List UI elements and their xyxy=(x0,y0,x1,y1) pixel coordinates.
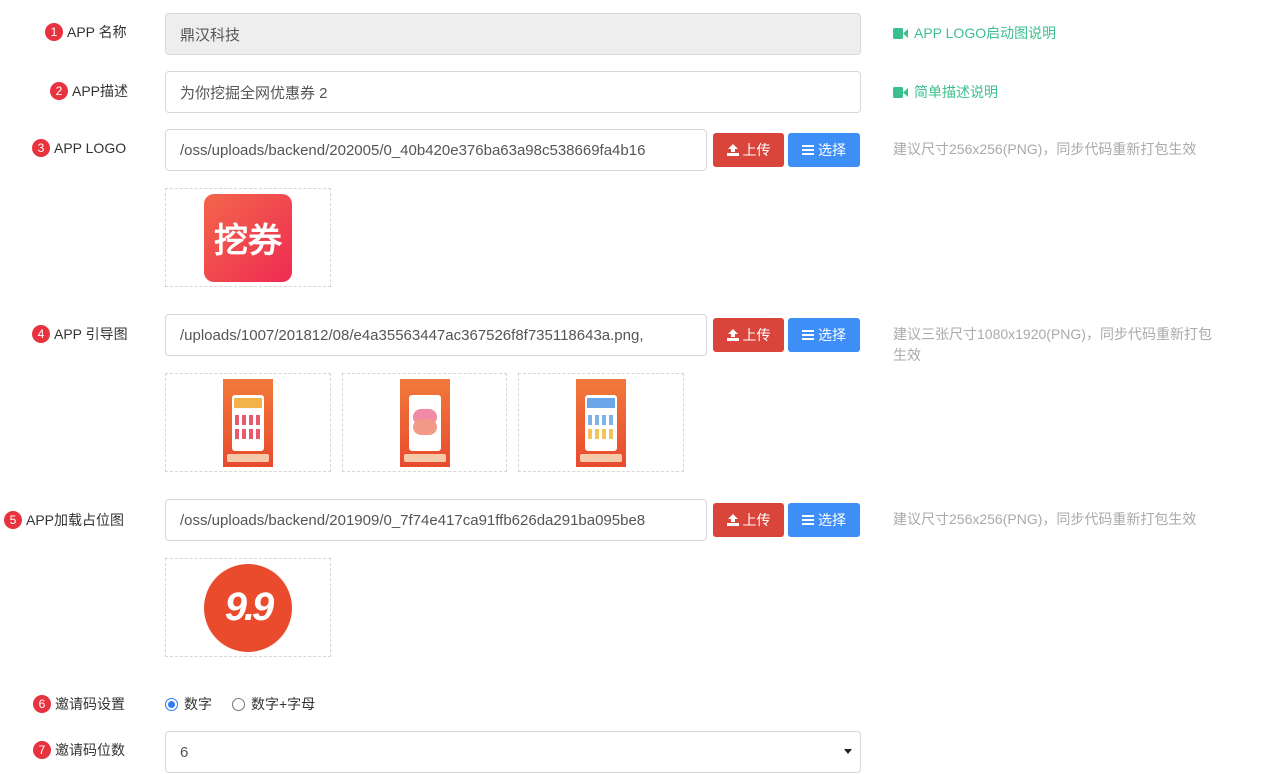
guide-preview-2 xyxy=(342,373,507,472)
label-text: APP 引导图 xyxy=(54,326,128,342)
help-link-text: APP LOGO启动图说明 xyxy=(914,25,1057,41)
app-placeholder-path-input[interactable]: /oss/uploads/backend/201909/0_7f74e417ca… xyxy=(165,499,707,541)
guide-image xyxy=(399,378,450,467)
app-desc-label: 2 APP描述 xyxy=(50,81,128,101)
label-text: APP加载占位图 xyxy=(26,512,125,528)
placeholder-upload-button[interactable]: 上传 xyxy=(713,503,784,537)
upload-label: 上传 xyxy=(742,512,771,528)
logo-upload-button[interactable]: 上传 xyxy=(713,133,784,167)
guide-hint: 建议三张尺寸1080x1920(PNG)，同步代码重新打包生效 xyxy=(893,326,1212,363)
upload-label: 上传 xyxy=(742,142,771,158)
select-value: 6 xyxy=(180,743,189,761)
desc-help-link[interactable]: 简单描述说明 xyxy=(893,82,998,102)
guide-image xyxy=(223,378,273,467)
step-badge: 3 xyxy=(32,139,50,157)
step-badge: 1 xyxy=(45,23,63,41)
app-name-label: 1 APP 名称 xyxy=(45,22,127,42)
list-icon xyxy=(802,515,814,525)
app-desc-input[interactable]: 为你挖掘全网优惠券 2 xyxy=(165,71,861,113)
step-badge: 7 xyxy=(33,741,51,759)
radio-digits-label[interactable]: 数字 xyxy=(184,694,212,714)
app-logo-image: 挖券 xyxy=(204,193,292,282)
radio-digits-letters[interactable] xyxy=(232,697,245,711)
label-text: APP 名称 xyxy=(67,24,127,40)
invite-digits-label: 7 邀请码位数 xyxy=(33,740,125,760)
help-link-text: 简单描述说明 xyxy=(914,84,998,100)
upload-icon xyxy=(726,144,739,156)
label-text: APP描述 xyxy=(72,83,129,99)
guide-upload-button[interactable]: 上传 xyxy=(713,318,784,352)
step-badge: 6 xyxy=(33,695,51,713)
caret-down-icon xyxy=(844,749,852,754)
app-name-input[interactable]: 鼎汉科技 xyxy=(165,13,861,55)
upload-icon xyxy=(726,329,739,341)
upload-icon xyxy=(726,514,739,526)
select-label: 选择 xyxy=(818,512,846,528)
placeholder-image: 9.9 xyxy=(204,563,292,652)
step-badge: 5 xyxy=(4,511,22,529)
guide-preview-3 xyxy=(518,373,684,472)
step-badge: 4 xyxy=(32,325,50,343)
label-text: APP LOGO xyxy=(54,140,127,156)
invite-digits-select[interactable]: 6 xyxy=(165,731,861,773)
radio-digits-letters-label[interactable]: 数字+字母 xyxy=(251,694,315,714)
label-text: 邀请码设置 xyxy=(55,696,125,712)
app-guide-path-input[interactable]: /uploads/1007/201812/08/e4a35563447ac367… xyxy=(165,314,707,356)
guide-preview-1 xyxy=(165,373,331,472)
app-guide-label: 4 APP 引导图 xyxy=(32,324,128,344)
list-icon xyxy=(802,145,814,155)
invite-type-radio-group: 数字 数字+字母 xyxy=(165,694,315,714)
invite-setting-label: 6 邀请码设置 xyxy=(33,694,125,714)
guide-image xyxy=(576,378,626,467)
app-logo-path-input[interactable]: /oss/uploads/backend/202005/0_40b420e376… xyxy=(165,129,707,171)
step-badge: 2 xyxy=(50,82,68,100)
upload-label: 上传 xyxy=(742,327,771,343)
video-camera-icon xyxy=(893,27,908,39)
logo-hint: 建议尺寸256x256(PNG)，同步代码重新打包生效 xyxy=(893,141,1197,157)
app-placeholder-label: 5 APP加载占位图 xyxy=(4,510,124,530)
list-icon xyxy=(802,330,814,340)
select-label: 选择 xyxy=(818,142,846,158)
app-logo-label: 3 APP LOGO xyxy=(32,139,126,157)
placeholder-preview: 9.9 xyxy=(165,558,331,657)
app-logo-help-link[interactable]: APP LOGO启动图说明 xyxy=(893,23,1056,43)
placeholder-select-button[interactable]: 选择 xyxy=(788,503,860,537)
label-text: 邀请码位数 xyxy=(55,742,125,758)
logo-preview: 挖券 xyxy=(165,188,331,287)
select-label: 选择 xyxy=(818,327,846,343)
video-camera-icon xyxy=(893,86,908,98)
guide-select-button[interactable]: 选择 xyxy=(788,318,860,352)
logo-select-button[interactable]: 选择 xyxy=(788,133,860,167)
placeholder-hint: 建议尺寸256x256(PNG)，同步代码重新打包生效 xyxy=(893,511,1197,527)
radio-digits[interactable] xyxy=(165,697,178,711)
